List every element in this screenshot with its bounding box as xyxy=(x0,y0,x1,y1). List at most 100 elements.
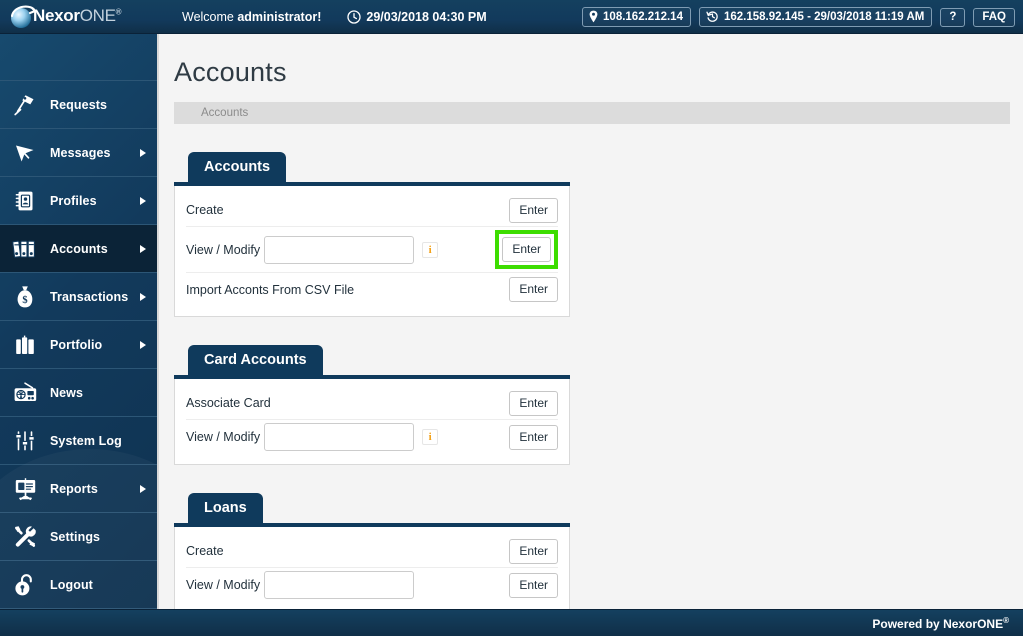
panel-tab[interactable]: Card Accounts xyxy=(188,345,323,376)
main-content: Accounts Accounts Accounts Create Enter Vie… xyxy=(161,35,1023,609)
briefcase-icon xyxy=(0,333,50,357)
row-label: Associate Card xyxy=(186,396,271,410)
sidebar-item-settings[interactable]: Settings xyxy=(0,513,157,561)
sidebar-item-system-log[interactable]: System Log xyxy=(0,417,157,465)
footer-label: Powered by NexorONE xyxy=(872,616,1004,631)
sidebar-item-list: Requests Messages Profiles Accounts $ Transac… xyxy=(0,81,157,609)
location-pin-icon xyxy=(589,10,598,23)
last-login-badge: 162.158.92.145 - 29/03/2018 11:19 AM xyxy=(698,7,933,27)
enter-button[interactable]: Enter xyxy=(509,197,558,223)
info-icon[interactable]: i xyxy=(422,429,439,445)
enter-button[interactable]: Enter xyxy=(509,424,558,450)
logo-registered-mark: ® xyxy=(115,6,122,16)
sidebar-item-label: Transactions xyxy=(50,289,129,304)
binders-icon xyxy=(0,237,50,261)
enter-button[interactable]: Enter xyxy=(509,390,558,416)
logo-wordmark: NexorONE® xyxy=(33,5,122,26)
footer-registered-mark: ® xyxy=(1003,615,1009,625)
sidebar-item-label: Reports xyxy=(50,481,98,496)
sidebar-item-transactions[interactable]: $ Transactions xyxy=(0,273,157,321)
account-search-input[interactable] xyxy=(264,423,415,451)
welcome-prefix: Welcome xyxy=(182,9,238,24)
sidebar-item-reports[interactable]: Reports xyxy=(0,465,157,513)
current-ip-badge: 108.162.212.14 xyxy=(582,7,691,27)
open-padlock-icon xyxy=(0,572,50,598)
desk-lamp-icon xyxy=(0,92,50,118)
panel-body: Create Enter View / Modify Enter xyxy=(174,527,570,609)
address-book-icon xyxy=(0,189,50,213)
sidebar-item-label: Messages xyxy=(50,145,111,160)
sidebar-item-label: System Log xyxy=(50,433,122,448)
account-search-input[interactable] xyxy=(264,235,415,264)
panel-row: View / Modify i Enter xyxy=(186,227,558,273)
enter-button[interactable]: Enter xyxy=(509,572,558,598)
breadcrumb-item-accounts[interactable]: Accounts xyxy=(201,107,248,119)
chevron-right-icon xyxy=(140,292,146,301)
sidebar-item-label: Logout xyxy=(50,577,93,592)
panel-loans: Loans Create Enter View / Modify Enter xyxy=(174,493,570,609)
faq-button[interactable]: FAQ xyxy=(973,7,1015,27)
footer-bar: Powered by NexorONE® xyxy=(0,609,1023,636)
sidebar-top-spacer xyxy=(0,34,157,81)
sidebar-navigation: Requests Messages Profiles Accounts $ Transac… xyxy=(0,34,159,609)
welcome-username: administrator! xyxy=(237,9,322,24)
panel-tab[interactable]: Loans xyxy=(188,493,263,524)
sidebar-item-logout[interactable]: Logout xyxy=(0,561,157,609)
highlight-box: Enter xyxy=(495,230,558,269)
info-icon[interactable]: i xyxy=(422,241,439,258)
sidebar-item-profiles[interactable]: Profiles xyxy=(0,177,157,225)
help-button[interactable]: ? xyxy=(940,7,966,27)
current-datetime: 29/03/2018 04:30 PM xyxy=(347,9,487,24)
row-label: Import Acconts From CSV File xyxy=(186,282,355,297)
money-bag-icon: $ xyxy=(0,284,50,310)
sidebar-item-label: News xyxy=(50,385,84,400)
sidebar-item-accounts[interactable]: Accounts xyxy=(0,225,157,273)
last-login-text: 162.158.92.145 - 29/03/2018 11:19 AM xyxy=(723,10,925,23)
sidebar-item-portfolio[interactable]: Portfolio xyxy=(0,321,157,369)
top-header-bar: NexorONE® Welcome administrator! 29/03/2… xyxy=(0,0,1023,34)
panel-body: Create Enter View / Modify i Enter Import Acc… xyxy=(174,186,570,317)
sidebar-item-label: Profiles xyxy=(50,193,97,208)
sidebar-item-messages[interactable]: Messages xyxy=(0,129,157,177)
row-label: View / Modify xyxy=(186,242,261,257)
panel-body: Associate Card Enter View / Modify i Enter xyxy=(174,379,570,465)
panel-row: Create Enter xyxy=(186,194,558,227)
page-title: Accounts xyxy=(174,57,287,87)
enter-button[interactable]: Enter xyxy=(509,538,558,564)
panel-list: Accounts Create Enter View / Modify i Enter Im… xyxy=(161,152,1023,609)
row-label: View / Modify xyxy=(186,578,261,592)
wrench-tools-icon xyxy=(0,524,50,550)
row-label: View / Modify xyxy=(186,430,261,444)
sidebar-item-news[interactable]: News xyxy=(0,369,157,417)
history-clock-icon xyxy=(706,10,719,23)
panel-accounts: Accounts Create Enter View / Modify i Enter Im… xyxy=(174,152,570,317)
sidebar-item-label: Portfolio xyxy=(50,337,103,352)
row-label: Create xyxy=(186,203,224,217)
account-search-input[interactable] xyxy=(264,571,415,599)
svg-text:$: $ xyxy=(22,295,27,306)
paper-plane-icon xyxy=(0,140,50,166)
chevron-right-icon xyxy=(140,484,146,493)
clock-icon xyxy=(347,9,362,24)
radio-icon xyxy=(0,381,50,405)
enter-button[interactable]: Enter xyxy=(509,277,558,302)
panel-tab[interactable]: Accounts xyxy=(188,152,287,183)
panel-row: Associate Card Enter xyxy=(186,387,558,420)
panel-row: View / Modify Enter xyxy=(186,568,558,602)
panel-row: View / Modify i Enter xyxy=(186,420,558,454)
row-label: Create xyxy=(186,544,224,558)
enter-button[interactable]: Enter xyxy=(502,237,551,262)
sidebar-item-label: Accounts xyxy=(50,241,108,256)
logo-text-main: Nexor xyxy=(33,5,80,25)
sidebar-item-requests[interactable]: Requests xyxy=(0,81,157,129)
current-ip-text: 108.162.212.14 xyxy=(603,10,683,23)
footer-text: Powered by NexorONE® xyxy=(872,616,1009,631)
panel-row: Create Enter xyxy=(186,535,558,568)
app-logo[interactable]: NexorONE® xyxy=(0,0,170,34)
chevron-right-icon xyxy=(140,196,146,205)
current-datetime-text: 29/03/2018 04:30 PM xyxy=(366,9,487,24)
breadcrumb: Accounts xyxy=(174,102,1010,124)
sidebar-item-label: Settings xyxy=(50,529,101,544)
welcome-message: Welcome administrator! xyxy=(182,10,321,24)
chevron-right-icon xyxy=(140,340,146,349)
